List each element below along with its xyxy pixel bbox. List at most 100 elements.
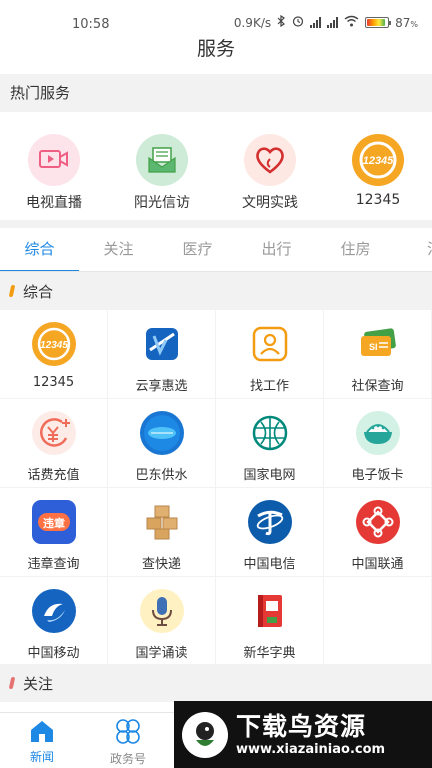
china-telecom-icon	[247, 500, 292, 544]
nav-news[interactable]: 新闻	[12, 719, 72, 765]
service-label: 找工作	[249, 379, 289, 394]
service-label: 新华字典	[243, 646, 296, 661]
nav-label: 政务号	[109, 752, 146, 766]
service-label: 违章查询	[27, 557, 80, 572]
service-classics-reading[interactable]: 国学诵读	[108, 577, 215, 665]
tab-housing[interactable]: 住房	[316, 228, 395, 271]
service-china-unicom[interactable]: 中国联通	[324, 488, 431, 576]
service-traffic-violation[interactable]: 违章 违章查询	[0, 488, 107, 576]
hotline-12345-icon: 12345	[352, 134, 404, 186]
service-water-supply[interactable]: 巴东供水	[108, 399, 215, 487]
service-label: 巴东供水	[135, 468, 188, 483]
tab-comprehensive[interactable]: 综合	[0, 228, 79, 271]
service-label: 中国移动	[27, 646, 80, 661]
section-header-following: 关注	[0, 664, 432, 702]
bluetooth-icon	[277, 14, 286, 30]
service-label: 话费充值	[27, 468, 80, 483]
tab-following[interactable]: 关注	[79, 228, 158, 271]
watermark: 下载鸟资源 www.xiazainiao.com	[174, 701, 432, 768]
hot-item-label: 电视直播	[26, 195, 82, 211]
signal-1-icon	[310, 17, 322, 28]
hot-item-12345[interactable]: 12345 12345	[324, 112, 432, 220]
nav-label: 新闻	[29, 750, 54, 764]
meal-card-icon	[355, 411, 400, 455]
svg-text:12345: 12345	[40, 340, 68, 351]
clover-icon	[114, 719, 142, 748]
service-parcel[interactable]: 查快递	[108, 488, 215, 576]
page-title: 服务	[196, 38, 235, 60]
tab-travel[interactable]: 出行	[237, 228, 316, 271]
network-speed: 0.9K/s	[233, 15, 272, 30]
service-label: 查快递	[141, 557, 181, 572]
service-china-mobile[interactable]: 中国移动	[0, 577, 107, 665]
service-label: 12345	[32, 375, 75, 390]
service-cloud-shop[interactable]: 云享惠选	[108, 310, 215, 398]
battery-level: 87%	[395, 15, 418, 30]
svg-text:SI: SI	[369, 342, 378, 352]
watermark-title: 下载鸟资源	[236, 712, 367, 741]
service-grid: 12345 12345 云享惠选 找工作 SI 社保查询 话费充值 巴东供水 国…	[0, 310, 432, 665]
water-supply-icon	[139, 411, 184, 455]
empty-cell	[324, 577, 431, 665]
state-grid-icon	[248, 411, 292, 455]
status-time: 10:58	[72, 17, 110, 32]
tab-medical[interactable]: 医疗	[158, 228, 237, 271]
heart-icon	[244, 134, 296, 186]
service-label: 云享惠选	[135, 379, 188, 394]
tab-legal[interactable]: 法	[395, 228, 432, 271]
status-bar: 10:58 0.9K/s 87%	[0, 0, 432, 34]
title-bar: 服务	[0, 34, 432, 74]
microphone-icon	[139, 589, 184, 633]
phone-recharge-icon	[31, 411, 76, 455]
parcel-icon	[140, 500, 184, 544]
service-social-security[interactable]: SI 社保查询	[324, 310, 431, 398]
battery-icon	[365, 17, 392, 28]
social-security-card-icon: SI	[356, 322, 400, 366]
svg-text:12345: 12345	[363, 155, 394, 167]
service-xinhua-dictionary[interactable]: 新华字典	[216, 577, 323, 665]
category-tabs: 综合 关注 医疗 出行 住房 法	[0, 228, 432, 272]
service-job[interactable]: 找工作	[216, 310, 323, 398]
hot-services: 电视直播 阳光信访 文明实践 12345 12345	[0, 112, 432, 220]
dictionary-icon	[248, 589, 292, 633]
service-label: 国学诵读	[135, 646, 188, 661]
service-12345[interactable]: 12345 12345	[0, 310, 107, 398]
cloud-shop-icon	[139, 322, 184, 366]
wifi-icon	[344, 15, 359, 30]
service-label: 社保查询	[351, 379, 404, 394]
home-icon	[29, 719, 55, 746]
china-unicom-icon	[355, 500, 400, 544]
section-header-comprehensive: 综合	[0, 272, 432, 310]
traffic-violation-icon: 违章	[31, 500, 76, 544]
job-search-icon	[248, 322, 292, 366]
tv-live-icon	[28, 134, 80, 186]
service-china-telecom[interactable]: 中国电信	[216, 488, 323, 576]
service-label: 电子饭卡	[351, 468, 404, 483]
alarm-icon	[292, 15, 304, 30]
service-label: 中国联通	[351, 557, 404, 572]
hotline-12345-icon: 12345	[31, 322, 76, 366]
envelope-icon	[136, 134, 188, 186]
hot-item-petition[interactable]: 阳光信访	[108, 112, 216, 220]
hot-item-label: 文明实践	[242, 195, 298, 211]
service-label: 中国电信	[243, 557, 296, 572]
hot-item-civilization[interactable]: 文明实践	[216, 112, 324, 220]
watermark-text: 下载鸟资源 www.xiazainiao.com	[236, 712, 385, 757]
service-label: 国家电网	[243, 468, 296, 483]
hot-item-tv-live[interactable]: 电视直播	[0, 112, 108, 220]
service-state-grid[interactable]: 国家电网	[216, 399, 323, 487]
section-title: 关注	[23, 674, 54, 693]
section-marker	[8, 677, 16, 689]
china-mobile-icon	[31, 589, 76, 633]
service-meal-card[interactable]: 电子饭卡	[324, 399, 431, 487]
svg-text:违章: 违章	[43, 516, 65, 530]
hot-item-label: 12345	[355, 192, 401, 208]
hot-services-header: 热门服务	[0, 74, 432, 112]
section-marker	[8, 285, 16, 297]
service-phone-recharge[interactable]: 话费充值	[0, 399, 107, 487]
status-icons: 0.9K/s 87%	[233, 14, 418, 30]
watermark-url: www.xiazainiao.com	[236, 742, 386, 757]
bird-logo-icon	[182, 711, 228, 758]
hot-item-label: 阳光信访	[134, 195, 190, 211]
nav-government[interactable]: 政务号	[98, 719, 158, 767]
